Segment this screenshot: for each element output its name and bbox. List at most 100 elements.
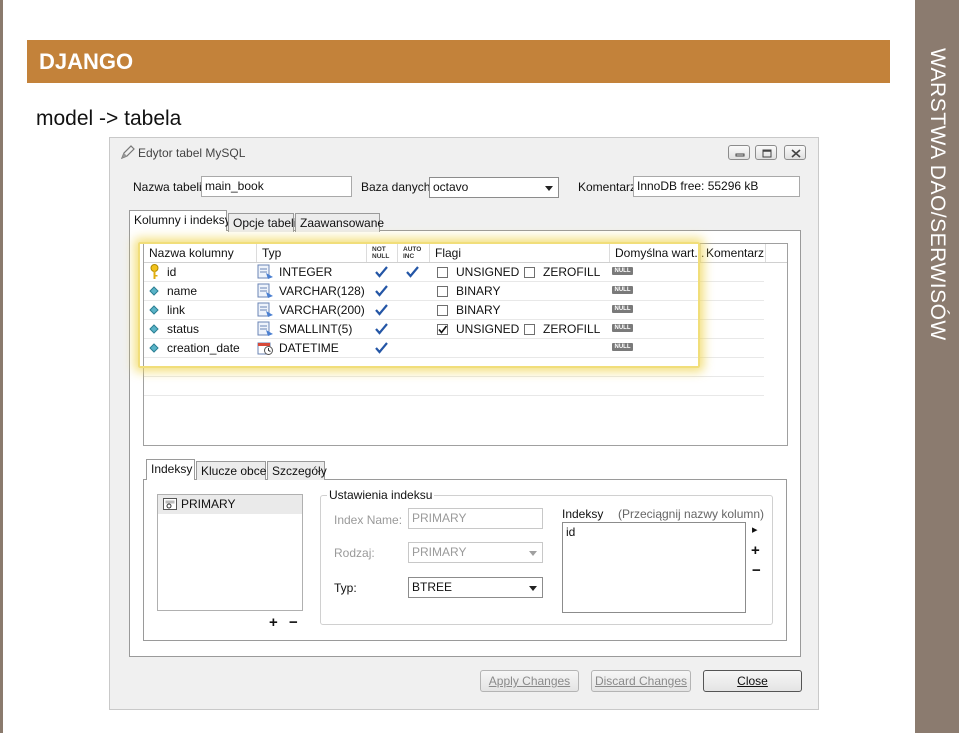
empty-row[interactable] (144, 377, 764, 396)
chevron-down-icon (545, 186, 553, 191)
indexes-label: Indeksy (562, 507, 604, 521)
empty-row[interactable] (144, 358, 764, 377)
discard-changes-label: Discard Changes (594, 674, 688, 688)
varchar-type-icon (257, 283, 273, 298)
index-list[interactable]: PRIMARY (157, 494, 303, 611)
auto-inc-check-icon[interactable] (406, 266, 419, 278)
chevron-down-icon (529, 551, 537, 556)
table-row[interactable]: status SMALLINT(5) UNSIGNED ZEROFILL NUL… (144, 320, 764, 339)
remove-index-button[interactable]: − (289, 614, 298, 631)
header-default[interactable]: Domyślna wart... (610, 244, 704, 262)
null-default-badge: NULL (612, 343, 633, 351)
table-name-input[interactable]: main_book (201, 176, 352, 197)
header-column-name[interactable]: Nazwa kolumny (144, 244, 257, 262)
add-index-column-button[interactable]: + (751, 542, 760, 559)
indexes-hint: (Przeciągnij nazwy kolumn) (618, 507, 765, 521)
columns-grid[interactable]: Nazwa kolumny Typ NOT NULL AUTO INC Flag… (143, 243, 788, 446)
table-row[interactable]: name VARCHAR(128) BINARY NULL (144, 282, 764, 301)
not-null-check-icon[interactable] (375, 342, 388, 354)
apply-changes-label: Apply Changes (488, 674, 571, 688)
column-name: status (167, 322, 200, 336)
slide-banner-title: DJANGO (39, 49, 134, 74)
zerofill-checkbox[interactable] (524, 267, 535, 278)
index-type-select[interactable]: BTREE (408, 577, 543, 598)
tab-columns-indexes[interactable]: Kolumny i indeksy (129, 210, 231, 231)
header-comment[interactable]: Komentarz (701, 244, 766, 262)
null-default-badge: NULL (612, 305, 633, 313)
zerofill-checkbox[interactable] (524, 324, 535, 335)
checkmark-icon (438, 325, 448, 334)
flag-binary-label: BINARY (456, 303, 501, 317)
flag-unsigned-label: UNSIGNED (456, 322, 520, 336)
header-not-null[interactable]: NOT NULL (367, 244, 398, 262)
maximize-icon (762, 149, 772, 158)
table-name-label: Nazwa tabeli: (133, 180, 206, 194)
window-titlebar: Edytor tabel MySQL (110, 138, 818, 168)
header-not-null-line1: NOT (372, 246, 386, 253)
header-auto-inc-line2: INC (403, 253, 415, 260)
list-item[interactable]: PRIMARY (158, 495, 302, 514)
column-name: creation_date (167, 341, 240, 355)
column-type: VARCHAR(200) (279, 303, 365, 317)
column-diamond-icon (149, 343, 159, 353)
not-null-check-icon[interactable] (375, 323, 388, 335)
database-label: Baza danych: (361, 180, 434, 194)
tab-table-options[interactable]: Opcje tabeli (228, 213, 296, 232)
discard-changes-button[interactable]: Discard Changes (591, 670, 691, 692)
slide-subtitle: model -> tabela (36, 107, 182, 130)
kind-select[interactable]: PRIMARY (408, 542, 543, 563)
column-name: id (167, 265, 177, 279)
remove-index-column-button[interactable]: − (752, 562, 761, 579)
tab-foreign-keys[interactable]: Klucze obce (196, 461, 266, 480)
close-button[interactable]: Close (703, 670, 802, 692)
integer-type-icon (257, 264, 273, 279)
flag-zerofill-label: ZEROFILL (543, 265, 601, 279)
header-auto-inc[interactable]: AUTO INC (398, 244, 430, 262)
table-row[interactable]: creation_date DATETIME NULL (144, 339, 764, 358)
index-settings-label: Ustawienia indeksu (327, 488, 435, 502)
varchar-type-icon (257, 302, 273, 317)
column-type: VARCHAR(128) (279, 284, 365, 298)
not-null-check-icon[interactable] (375, 304, 388, 316)
smallint-type-icon (257, 321, 273, 336)
tab-details[interactable]: Szczegóły (267, 461, 327, 480)
column-type: SMALLINT(5) (279, 322, 353, 336)
tab-indexes[interactable]: Indeksy (146, 459, 195, 480)
flag-binary-label: BINARY (456, 284, 501, 298)
binary-checkbox[interactable] (437, 286, 448, 297)
maximize-button[interactable] (755, 145, 777, 160)
apply-changes-button[interactable]: Apply Changes (480, 670, 579, 692)
not-null-check-icon[interactable] (375, 266, 388, 278)
unsigned-checkbox-checked[interactable] (437, 324, 448, 335)
header-type[interactable]: Typ (257, 244, 367, 262)
null-default-badge: NULL (612, 324, 633, 332)
window-title: Edytor tabel MySQL (138, 146, 246, 160)
index-columns-list[interactable]: id (562, 522, 746, 613)
kind-label: Rodzaj: (334, 546, 375, 560)
column-diamond-icon (149, 324, 159, 334)
tab-advanced[interactable]: Zaawansowane (295, 213, 384, 232)
index-name-input[interactable]: PRIMARY (408, 508, 543, 529)
binary-checkbox[interactable] (437, 305, 448, 316)
add-index-button[interactable]: + (269, 614, 278, 631)
comment-input[interactable]: InnoDB free: 55296 kB (633, 176, 800, 197)
unsigned-checkbox[interactable] (437, 267, 448, 278)
minimize-button[interactable] (728, 145, 750, 160)
flag-unsigned-label: UNSIGNED (456, 265, 520, 279)
null-default-badge: NULL (612, 267, 633, 275)
null-default-badge: NULL (612, 286, 633, 294)
not-null-check-icon[interactable] (375, 285, 388, 297)
close-window-button[interactable] (784, 145, 806, 160)
flag-zerofill-label: ZEROFILL (543, 322, 601, 336)
table-row[interactable]: link VARCHAR(200) BINARY NULL (144, 301, 764, 320)
table-row[interactable]: id INTEGER UNSIGNED ZEROFILL NULL (144, 263, 764, 282)
database-select[interactable]: octavo (429, 177, 559, 198)
index-list-item-label: PRIMARY (181, 497, 236, 511)
datetime-type-icon (257, 342, 273, 355)
slide-left-edge (0, 0, 3, 733)
list-item[interactable]: id (566, 525, 575, 539)
index-type-select-value: BTREE (412, 580, 453, 594)
move-index-column-button[interactable]: ▸ (752, 523, 758, 536)
column-type: INTEGER (279, 265, 333, 279)
header-flags[interactable]: Flagi (430, 244, 610, 262)
